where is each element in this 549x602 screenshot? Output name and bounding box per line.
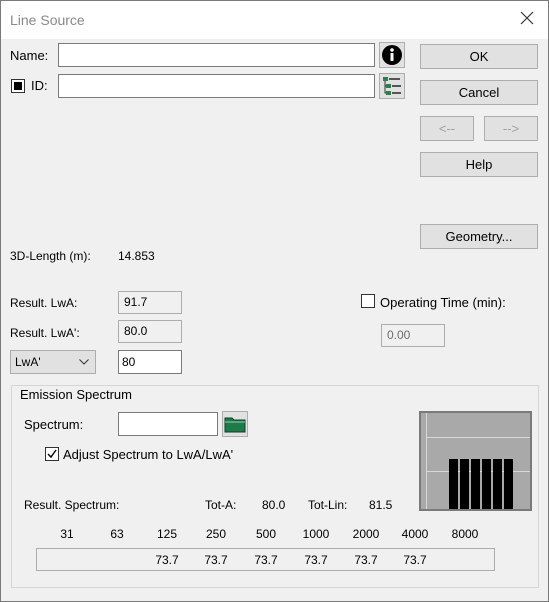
result-lwa-label: Result. LwA:: [10, 296, 78, 310]
result-lwa-prime-value: 80.0: [118, 320, 182, 343]
spectrum-bar: [482, 459, 491, 509]
folder-icon: [224, 417, 246, 433]
operating-time-checkbox[interactable]: [361, 294, 375, 308]
spectrum-value: 73.7: [254, 553, 278, 567]
spectrum-preview-chart: [419, 411, 532, 511]
frequency-label: 1000: [302, 527, 330, 541]
frequency-label: 500: [255, 527, 277, 541]
result-spectrum-label: Result. Spectrum:: [24, 498, 120, 512]
spectrum-value: 73.7: [354, 553, 378, 567]
spectrum-input[interactable]: [118, 412, 218, 436]
close-icon[interactable]: [518, 9, 536, 27]
frequency-label: 63: [110, 527, 124, 541]
length-label: 3D-Length (m):: [10, 249, 91, 263]
line-source-dialog: Line Source Name: ID: OK Cancel <-- --> …: [0, 0, 549, 602]
chevron-down-icon: [79, 359, 89, 365]
spectrum-value: 73.7: [204, 553, 228, 567]
spectrum-value: 73.7: [304, 553, 328, 567]
prev-button[interactable]: <--: [420, 116, 474, 141]
title-bar: Line Source: [1, 1, 548, 39]
spectrum-bar: [504, 459, 513, 509]
info-button[interactable]: [379, 42, 405, 68]
cancel-button[interactable]: Cancel: [420, 80, 538, 105]
name-input[interactable]: [58, 43, 375, 67]
spectrum-bar: [493, 459, 502, 509]
info-icon: [382, 45, 402, 65]
spectrum-bar: [449, 459, 458, 509]
result-lwa-value: 91.7: [118, 291, 182, 314]
mode-select-value: LwA': [15, 355, 41, 369]
ok-button[interactable]: OK: [420, 44, 538, 69]
id-checkbox[interactable]: [11, 79, 25, 93]
chart-axis: [426, 413, 427, 509]
spectrum-bar: [460, 459, 469, 509]
result-lwa-prime-label: Result. LwA':: [10, 326, 80, 340]
chart-gridline: [426, 437, 530, 438]
tot-lin-value: 81.5: [369, 498, 393, 512]
name-label: Name:: [10, 48, 49, 63]
id-list-button[interactable]: [379, 73, 405, 99]
length-value: 14.853: [118, 249, 155, 263]
window-title: Line Source: [10, 12, 85, 28]
help-button[interactable]: Help: [420, 152, 538, 177]
spectrum-label: Spectrum:: [24, 417, 84, 432]
browse-spectrum-button[interactable]: [222, 411, 248, 437]
adjust-spectrum-checkbox[interactable]: [45, 447, 59, 461]
spectrum-value: 73.7: [155, 553, 179, 567]
geometry-button[interactable]: Geometry...: [420, 224, 538, 249]
frequency-label: 2000: [352, 527, 380, 541]
operating-time-label: Operating Time (min):: [380, 295, 506, 310]
adjust-spectrum-label: Adjust Spectrum to LwA/LwA': [63, 447, 234, 462]
tot-lin-label: Tot-Lin:: [308, 498, 348, 512]
spectrum-bar: [471, 459, 480, 509]
tot-a-label: Tot-A:: [205, 498, 237, 512]
emission-spectrum-title: Emission Spectrum: [17, 387, 135, 402]
frequency-label: 4000: [401, 527, 429, 541]
id-label: ID:: [31, 78, 48, 93]
mode-select[interactable]: LwA': [10, 350, 96, 374]
mode-value-input[interactable]: [118, 350, 182, 374]
tree-list-icon: [383, 77, 401, 95]
spectrum-value: 73.7: [403, 553, 427, 567]
frequency-label: 31: [60, 527, 74, 541]
next-button[interactable]: -->: [484, 116, 538, 141]
frequency-label: 250: [205, 527, 227, 541]
frequency-label: 125: [156, 527, 178, 541]
checkmark-icon: [47, 449, 57, 459]
tot-a-value: 80.0: [262, 498, 286, 512]
operating-time-value: 0.00: [381, 324, 445, 347]
id-input[interactable]: [58, 74, 375, 98]
frequency-label: 8000: [451, 527, 479, 541]
